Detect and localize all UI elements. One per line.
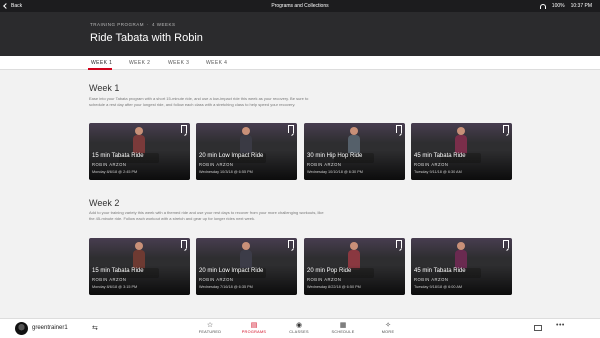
class-date: Wednesday 8/22/18 @ 6:50 PM bbox=[307, 285, 361, 289]
week-1-description: Ease into your Tabata program with a sho… bbox=[89, 96, 309, 107]
class-date: Monday 8/6/18 @ 3:15 PM bbox=[92, 285, 138, 289]
nav-label: SCHEDULE bbox=[331, 330, 355, 334]
class-card[interactable]: 20 min Low Impact Ride ROBIN ARZON Wednesd… bbox=[196, 123, 297, 180]
bookmark-icon[interactable] bbox=[396, 125, 402, 133]
class-instructor: ROBIN ARZON bbox=[414, 277, 449, 282]
class-instructor: ROBIN ARZON bbox=[199, 277, 234, 282]
week-2-title: Week 2 bbox=[89, 198, 120, 208]
wifi-icon bbox=[539, 3, 546, 9]
class-card[interactable]: 15 min Tabata Ride ROBIN ARZON Monday 8/6/… bbox=[89, 238, 190, 295]
class-card[interactable]: 45 min Tabata Ride ROBIN ARZON Tuesday 9/1… bbox=[411, 238, 512, 295]
class-title: 45 min Tabata Ride bbox=[414, 268, 466, 274]
page-title: Ride Tabata with Robin bbox=[90, 32, 203, 44]
class-card[interactable]: 30 min Hip Hop Ride ROBIN ARZON Wednesday … bbox=[304, 123, 405, 180]
class-title: 15 min Tabata Ride bbox=[92, 153, 144, 159]
nav-label: FEATURED bbox=[198, 330, 222, 334]
classes-icon: ◉ bbox=[295, 322, 303, 329]
class-instructor: ROBIN ARZON bbox=[92, 162, 127, 167]
tab-week-4[interactable]: WEEK 4 bbox=[206, 60, 227, 66]
class-instructor: ROBIN ARZON bbox=[199, 162, 234, 167]
class-date: Wednesday 10/10/18 @ 6:30 PM bbox=[307, 170, 363, 174]
class-instructor: ROBIN ARZON bbox=[414, 162, 449, 167]
week-2-description: Add to your training variety this week w… bbox=[89, 210, 324, 221]
nav-more[interactable]: ✧ MORE bbox=[368, 321, 408, 334]
switch-user-icon[interactable]: ⇆ bbox=[92, 324, 98, 332]
battery-level: 100% bbox=[551, 3, 565, 9]
week-1-title: Week 1 bbox=[89, 83, 120, 93]
class-title: 15 min Tabata Ride bbox=[92, 268, 144, 274]
class-card[interactable]: 45 min Tabata Ride ROBIN ARZON Tuesday 9/1… bbox=[411, 123, 512, 180]
bottom-navigation: greentrainer1 ⇆ ☆ FEATURED ▤ PROGRAMS ◉ CLA… bbox=[0, 318, 600, 338]
class-title: 20 min Low Impact Ride bbox=[199, 153, 264, 159]
bookmark-icon[interactable] bbox=[503, 240, 509, 248]
status-title: Programs and Collections bbox=[271, 3, 329, 9]
class-instructor: ROBIN ARZON bbox=[307, 162, 342, 167]
class-date: Wednesday 7/16/18 @ 6:35 PM bbox=[199, 285, 253, 289]
bookmark-icon[interactable] bbox=[288, 240, 294, 248]
nav-programs[interactable]: ▤ PROGRAMS bbox=[234, 321, 274, 334]
bookmark-icon[interactable] bbox=[288, 125, 294, 133]
bookmark-icon[interactable] bbox=[396, 240, 402, 248]
week-tabs: WEEK 1 WEEK 2 WEEK 3 WEEK 4 bbox=[0, 56, 600, 70]
clock: 10:37 PM bbox=[570, 3, 592, 9]
ellipsis-icon[interactable]: ••• bbox=[556, 322, 565, 329]
program-overline: TRAINING PROGRAM · 4 WEEKS bbox=[90, 22, 176, 27]
star-icon: ☆ bbox=[206, 322, 214, 329]
class-card[interactable]: 20 min Pop Ride ROBIN ARZON Wednesday 8/22… bbox=[304, 238, 405, 295]
nav-label: MORE bbox=[381, 330, 395, 334]
active-tab-indicator bbox=[88, 68, 112, 70]
nav-label: CLASSES bbox=[289, 330, 309, 334]
class-title: 30 min Hip Hop Ride bbox=[307, 153, 363, 159]
program-type: TRAINING PROGRAM bbox=[90, 22, 145, 27]
calendar-icon: ▦ bbox=[339, 322, 347, 329]
class-card[interactable]: 20 min Low Impact Ride ROBIN ARZON Wednesd… bbox=[196, 238, 297, 295]
tab-week-3[interactable]: WEEK 3 bbox=[168, 60, 189, 66]
class-title: 20 min Low Impact Ride bbox=[199, 268, 264, 274]
class-instructor: ROBIN ARZON bbox=[307, 277, 342, 282]
status-indicators: 100% 10:37 PM bbox=[539, 3, 592, 9]
nav-schedule[interactable]: ▦ SCHEDULE bbox=[323, 321, 363, 334]
more-icon: ✧ bbox=[385, 322, 391, 329]
bookmark-icon[interactable] bbox=[503, 125, 509, 133]
class-date: Tuesday 9/11/18 @ 6:30 AM bbox=[414, 170, 462, 174]
avatar[interactable] bbox=[15, 322, 28, 335]
nav-featured[interactable]: ☆ FEATURED bbox=[190, 321, 230, 334]
nav-classes[interactable]: ◉ CLASSES bbox=[279, 321, 319, 334]
tab-week-2[interactable]: WEEK 2 bbox=[129, 60, 150, 66]
program-header: TRAINING PROGRAM · 4 WEEKS Ride Tabata wit… bbox=[0, 12, 600, 56]
bookmark-icon[interactable] bbox=[181, 240, 187, 248]
status-bar: Back Programs and Collections 100% 10:37… bbox=[0, 0, 600, 12]
bookmark-icon[interactable] bbox=[181, 125, 187, 133]
username[interactable]: greentrainer1 bbox=[32, 325, 68, 331]
nav-label: PROGRAMS bbox=[241, 330, 267, 334]
class-date: Tuesday 9/18/18 @ 6:00 AM bbox=[414, 285, 463, 289]
class-title: 20 min Pop Ride bbox=[307, 268, 352, 274]
program-length: 4 WEEKS bbox=[152, 22, 176, 27]
grid-view-icon[interactable] bbox=[534, 325, 542, 331]
class-card[interactable]: 15 min Tabata Ride ROBIN ARZON Monday 8/6/… bbox=[89, 123, 190, 180]
class-date: Monday 8/6/18 @ 2:45 PM bbox=[92, 170, 138, 174]
programs-icon: ▤ bbox=[250, 322, 258, 329]
class-instructor: ROBIN ARZON bbox=[92, 277, 127, 282]
class-title: 45 min Tabata Ride bbox=[414, 153, 466, 159]
class-date: Wednesday 10/3/18 @ 6:55 PM bbox=[199, 170, 253, 174]
tab-week-1[interactable]: WEEK 1 bbox=[91, 60, 112, 66]
program-content[interactable]: Week 1 Ease into your Tabata program wit… bbox=[0, 71, 600, 318]
